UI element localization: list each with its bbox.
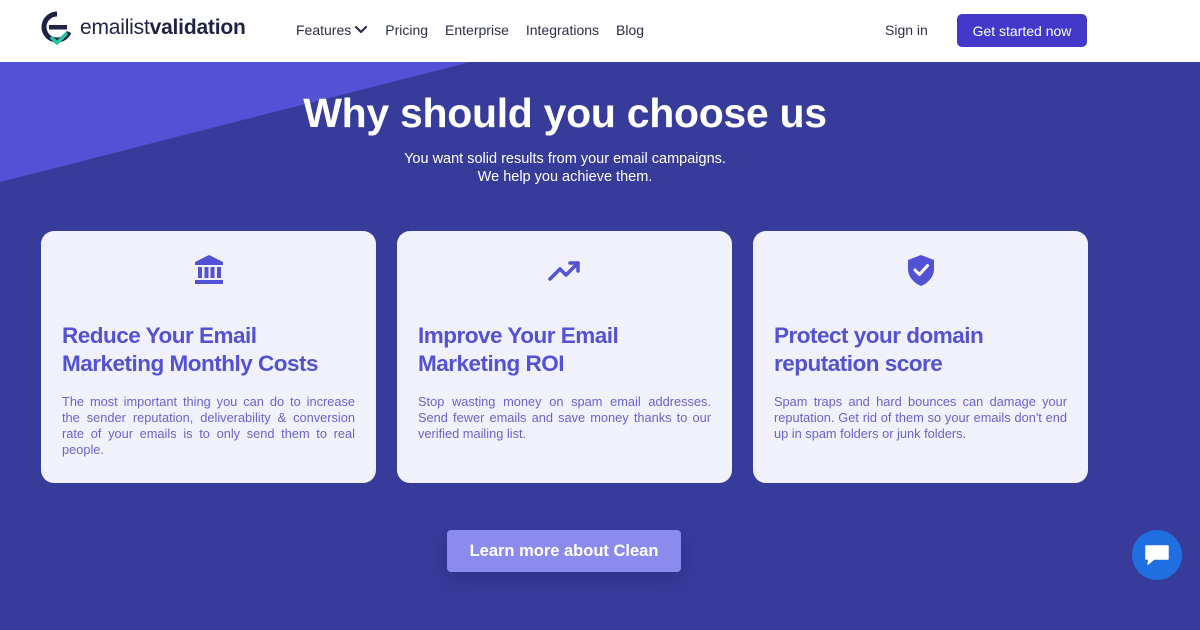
site-header: emailistvalidation Features Pricing Ente… (0, 0, 1200, 62)
feature-card-reputation: Protect your domain reputation score Spa… (753, 231, 1088, 483)
subtitle-line-1: You want solid results from your email c… (404, 151, 726, 167)
logo-text-light: emailist (80, 16, 150, 39)
main-nav: Features Pricing Enterprise Integrations… (296, 22, 661, 38)
nav-item-label: Enterprise (445, 22, 509, 38)
card-title: Protect your domain reputation score (774, 323, 984, 376)
nav-item-integrations[interactable]: Integrations (526, 22, 599, 38)
section-title: Why should you choose us (303, 90, 827, 136)
card-title: Improve Your Email Marketing ROI (418, 323, 619, 376)
nav-item-blog[interactable]: Blog (616, 22, 644, 38)
trending-up-icon (547, 261, 580, 281)
nav-item-label: Pricing (385, 22, 429, 38)
bank-icon (194, 255, 223, 284)
nav-item-pricing[interactable]: Pricing (385, 22, 428, 38)
subtitle-line-2: We help you achieve them. (477, 169, 653, 185)
shield-check-icon (907, 255, 934, 286)
chat-widget-button[interactable] (1132, 530, 1182, 580)
card-text: Stop wasting money on spam email address… (418, 394, 711, 441)
logo-icon (41, 11, 72, 45)
nav-item-label: Blog (616, 22, 645, 38)
learn-more-button[interactable]: Learn more about Clean (447, 530, 681, 572)
why-choose-us-section: Why should you choose us You want solid … (0, 62, 1200, 630)
card-text: The most important thing you can do to i… (62, 394, 355, 457)
sign-in-link[interactable]: Sign in (885, 22, 928, 38)
nav-item-label: Features (296, 22, 352, 38)
chat-icon (1145, 545, 1169, 565)
section-subtitle: You want solid results from your email c… (0, 150, 1130, 186)
feature-card-costs: Reduce Your Email Marketing Monthly Cost… (41, 231, 376, 483)
logo[interactable]: emailistvalidation (40, 11, 246, 45)
feature-card-roi: Improve Your Email Marketing ROI Stop wa… (397, 231, 732, 483)
card-title: Reduce Your Email Marketing Monthly Cost… (62, 323, 319, 376)
nav-item-label: Integrations (525, 22, 600, 38)
nav-item-enterprise[interactable]: Enterprise (445, 22, 509, 38)
chevron-down-icon (355, 25, 368, 34)
nav-item-features[interactable]: Features (296, 22, 368, 38)
card-text: Spam traps and hard bounces can damage y… (774, 394, 1067, 441)
get-started-button[interactable]: Get started now (957, 14, 1087, 47)
logo-text-bold: validation (149, 16, 246, 39)
logo-text: emailistvalidation (80, 16, 246, 40)
